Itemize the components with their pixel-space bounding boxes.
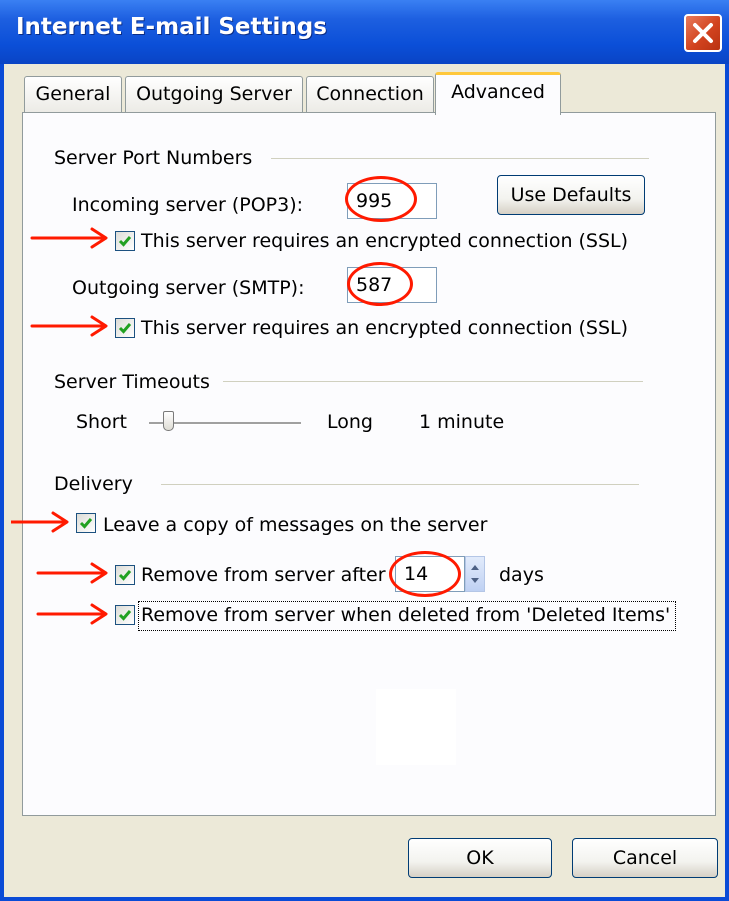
days-spinner[interactable] bbox=[465, 556, 485, 592]
timeout-slider-thumb[interactable] bbox=[163, 411, 175, 431]
annotation-arrow-icon bbox=[36, 603, 108, 625]
remove-after-label: Remove from server after bbox=[141, 564, 386, 586]
incoming-server-label: Incoming server (POP3): bbox=[72, 194, 304, 216]
leave-copy-label: Leave a copy of messages on the server bbox=[103, 514, 488, 536]
outgoing-ssl-checkbox[interactable] bbox=[115, 318, 135, 338]
server-port-numbers-divider bbox=[271, 158, 649, 159]
close-button[interactable] bbox=[684, 14, 722, 52]
dialog-client-area: General Outgoing Server Connection Advan… bbox=[4, 64, 725, 897]
annotation-arrow-icon bbox=[30, 315, 108, 337]
checkmark-icon bbox=[118, 236, 132, 247]
leave-copy-checkbox[interactable] bbox=[76, 513, 96, 533]
timeout-value-label: 1 minute bbox=[419, 411, 505, 433]
outgoing-server-label: Outgoing server (SMTP): bbox=[72, 277, 305, 299]
checkmark-icon bbox=[118, 323, 132, 334]
dialog-window: Internet E-mail Settings General Outgoin… bbox=[0, 0, 729, 901]
window-title: Internet E-mail Settings bbox=[16, 14, 327, 40]
cancel-button[interactable]: Cancel bbox=[572, 838, 718, 878]
outgoing-ssl-label: This server requires an encrypted connec… bbox=[141, 317, 629, 339]
use-defaults-button[interactable]: Use Defaults bbox=[497, 175, 645, 215]
outgoing-port-input[interactable]: 587 bbox=[347, 267, 437, 303]
remove-after-days-input[interactable]: 14 bbox=[395, 556, 465, 592]
incoming-ssl-checkbox[interactable] bbox=[115, 231, 135, 251]
ok-button[interactable]: OK bbox=[408, 838, 552, 878]
spinner-arrows-icon bbox=[471, 565, 479, 583]
tab-advanced[interactable]: Advanced bbox=[435, 72, 561, 115]
days-label: days bbox=[499, 564, 544, 586]
tab-general[interactable]: General bbox=[24, 76, 122, 112]
delivery-group-label: Delivery bbox=[54, 473, 133, 495]
incoming-port-input[interactable]: 995 bbox=[347, 183, 437, 219]
checkmark-icon bbox=[79, 518, 93, 529]
annotation-arrow-icon bbox=[30, 227, 108, 249]
title-bar[interactable]: Internet E-mail Settings bbox=[0, 0, 729, 64]
close-icon bbox=[693, 23, 713, 43]
annotation-arrow-icon bbox=[36, 562, 108, 584]
remove-deleted-label: Remove from server when deleted from 'De… bbox=[141, 604, 671, 626]
incoming-ssl-label: This server requires an encrypted connec… bbox=[141, 230, 629, 252]
advanced-tab-panel: Server Port Numbers Incoming server (POP… bbox=[11, 112, 716, 816]
delivery-divider bbox=[161, 484, 639, 485]
server-timeouts-divider bbox=[223, 381, 643, 382]
checkmark-icon bbox=[118, 610, 132, 621]
timeout-short-label: Short bbox=[76, 411, 127, 433]
tab-connection[interactable]: Connection bbox=[306, 76, 434, 112]
checkmark-icon bbox=[118, 570, 132, 581]
server-timeouts-group-label: Server Timeouts bbox=[54, 371, 210, 393]
annotation-arrow-icon bbox=[11, 511, 69, 533]
tab-outgoing-server[interactable]: Outgoing Server bbox=[125, 76, 303, 112]
remove-after-checkbox[interactable] bbox=[115, 565, 135, 585]
timeout-long-label: Long bbox=[327, 411, 373, 433]
server-port-numbers-group-label: Server Port Numbers bbox=[54, 147, 253, 169]
remove-deleted-checkbox[interactable] bbox=[115, 605, 135, 625]
blank-area bbox=[376, 689, 456, 765]
